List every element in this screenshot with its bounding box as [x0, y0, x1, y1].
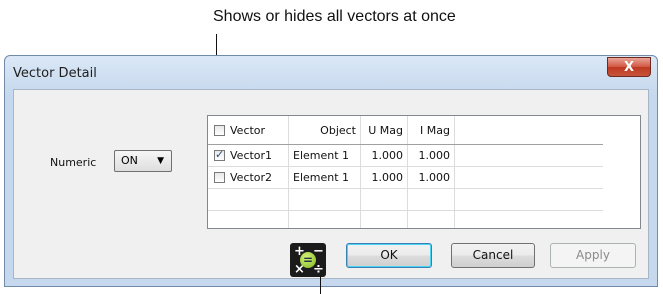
numeric-dropdown-value: ON [121, 154, 138, 167]
equals-glyph: = [300, 252, 316, 268]
callout-leader-bottom [320, 276, 321, 294]
cell-vector: Vector1 [208, 144, 289, 167]
cell-object: Element 1 [288, 166, 361, 189]
toggle-all-checkbox[interactable] [214, 124, 225, 136]
header-cell-empty [454, 116, 603, 145]
cell-umag: 1.000 [360, 144, 408, 167]
window-title: Vector Detail [13, 66, 97, 81]
cancel-button[interactable]: Cancel [451, 243, 535, 268]
table-row[interactable]: Vector1 Element 1 1.000 1.000 [208, 144, 603, 167]
table-row[interactable]: Vector2 Element 1 1.000 1.000 [208, 166, 603, 189]
calculator-icon[interactable]: + − × ÷ = [290, 243, 326, 277]
cell-imag: 1.000 [407, 166, 455, 189]
callout-text: Shows or hides all vectors at once [213, 8, 456, 25]
close-button[interactable]: X [607, 57, 651, 77]
chevron-down-icon: ▼ [157, 156, 164, 166]
cell-umag: 1.000 [360, 166, 408, 189]
apply-button[interactable]: Apply [550, 243, 636, 268]
cell-vector: Vector2 [208, 166, 289, 189]
table-row-empty [208, 188, 603, 211]
header-cell-umag: U Mag [360, 116, 408, 145]
close-icon: X [623, 60, 635, 75]
cell-empty [454, 144, 603, 167]
ok-button[interactable]: OK [346, 243, 432, 268]
header-vector-label: Vector [230, 123, 266, 137]
vector-grid: Vector Object U Mag I Mag Vector1 Elemen… [207, 115, 641, 229]
vector-name: Vector1 [230, 149, 273, 162]
header-cell-vector: Vector [208, 116, 289, 145]
vector-name: Vector2 [230, 171, 273, 184]
dialog-client-area: Numeric ON ▼ Vector Object U Mag I Mag V [13, 89, 649, 279]
divide-glyph: ÷ [313, 262, 324, 277]
vector-table: Vector Object U Mag I Mag Vector1 Elemen… [208, 116, 603, 228]
row-checkbox[interactable] [214, 172, 225, 183]
row-checkbox[interactable] [214, 148, 225, 161]
header-cell-imag: I Mag [407, 116, 455, 145]
header-row: Vector Object U Mag I Mag [208, 116, 603, 145]
numeric-label: Numeric [50, 156, 97, 169]
cell-empty [454, 166, 603, 189]
cell-object: Element 1 [288, 144, 361, 167]
table-row-empty [208, 210, 603, 228]
cell-imag: 1.000 [407, 144, 455, 167]
vector-detail-dialog: Vector Detail X Numeric ON ▼ Vector Obje… [4, 55, 658, 287]
title-bar[interactable]: Vector Detail X [5, 56, 657, 90]
numeric-dropdown[interactable]: ON ▼ [114, 150, 172, 172]
header-cell-object: Object [288, 116, 361, 145]
